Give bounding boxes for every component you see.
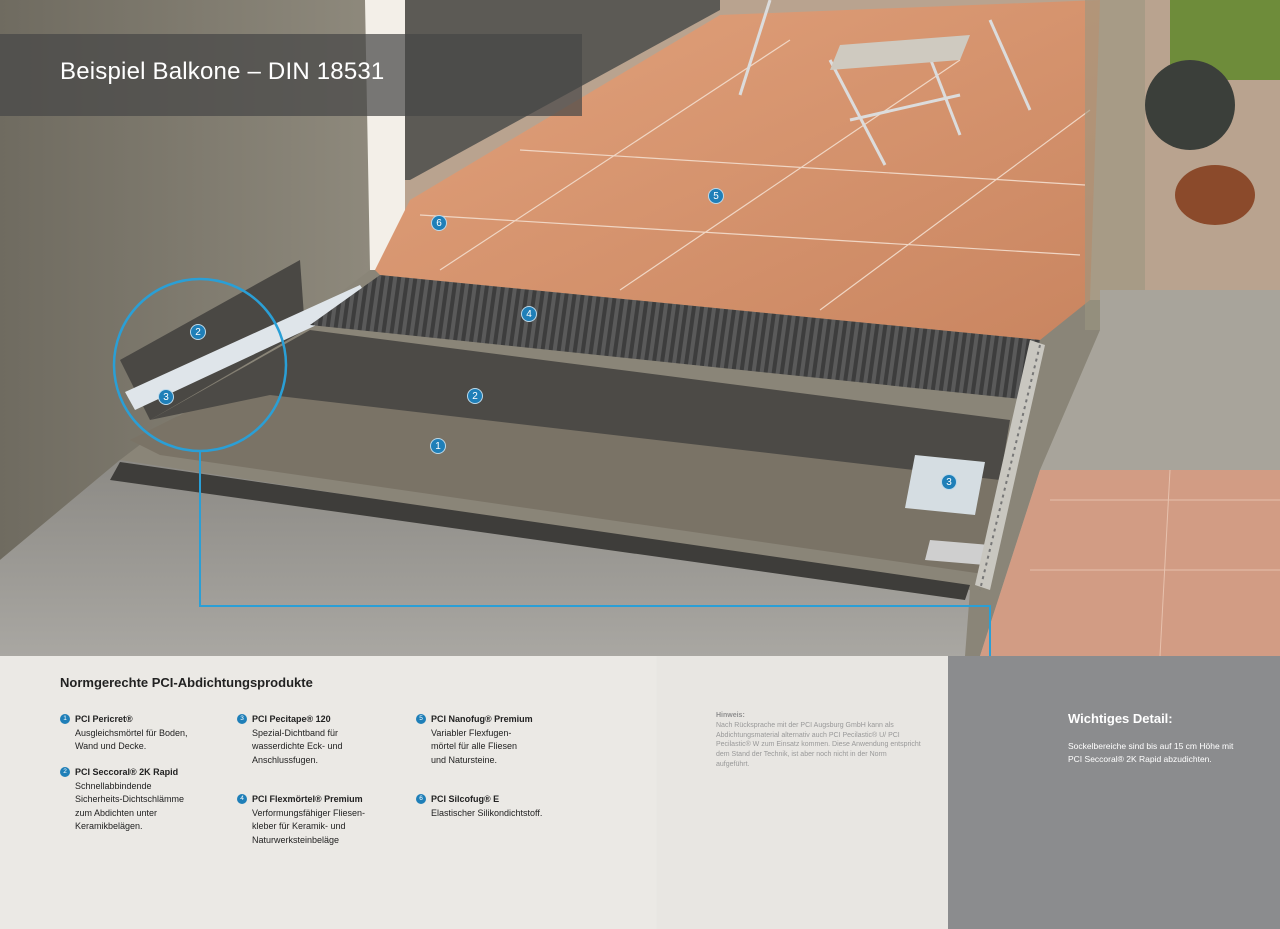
hint-title: Hinweis: xyxy=(716,712,745,719)
hint-text: Nach Rücksprache mit der PCI Augsburg Gm… xyxy=(716,721,921,768)
product-item-1: 1 PCI Pericret® Ausgleichsmörtel für Bod… xyxy=(60,713,230,754)
product-description: Verformungsfähiger Fliesen- kleber für K… xyxy=(252,807,366,845)
marker-3-detail: 3 xyxy=(158,389,174,405)
hint-box: Hinweis: Nach Rücksprache mit der PCI Au… xyxy=(716,711,921,770)
product-description: Variabler Flexfugen- mörtel für alle Fli… xyxy=(431,727,518,765)
marker-2: 2 xyxy=(467,388,483,404)
product-item-6: 6 PCI Silcofug® E Elastischer Silikondic… xyxy=(416,793,586,820)
product-description: Schnellabbindende Sicherheits-Dichtschlä… xyxy=(75,780,185,832)
info-panel: Normgerechte PCI-Abdichtungsprodukte 1 P… xyxy=(0,656,1280,929)
marker-2-detail: 2 xyxy=(190,324,206,340)
hint-column xyxy=(657,656,948,929)
product-description: Spezial-Dichtband für wasserdichte Eck- … xyxy=(252,727,343,765)
product-description: Ausgleichsmörtel für Boden, Wand und Dec… xyxy=(75,727,188,752)
product-item-4: 4 PCI Flexmörtel® Premium Verformungsfäh… xyxy=(237,793,407,847)
products-title: Normgerechte PCI-Abdichtungsprodukte xyxy=(60,675,313,690)
product-name: PCI Pecitape® 120 xyxy=(252,714,331,724)
marker-4: 4 xyxy=(521,306,537,322)
product-number: 2 xyxy=(60,767,70,777)
product-item-3: 3 PCI Pecitape® 120 Spezial-Dichtband fü… xyxy=(237,713,407,767)
product-name: PCI Seccoral® 2K Rapid xyxy=(75,767,179,777)
product-description: Elastischer Silikondichtstoff. xyxy=(431,807,543,818)
product-number: 5 xyxy=(416,714,426,724)
product-item-2: 2 PCI Seccoral® 2K Rapid Schnellabbinden… xyxy=(60,766,230,834)
important-detail-column xyxy=(948,656,1280,929)
product-name: PCI Pericret® xyxy=(75,714,133,724)
page-title: Beispiel Balkone – DIN 18531 xyxy=(60,58,385,85)
balcony-illustration: Beispiel Balkone – DIN 18531 1 2 2 3 3 4… xyxy=(0,0,1280,722)
important-detail-text: Sockelbereiche sind bis auf 15 cm Höhe m… xyxy=(1068,741,1234,764)
marker-5: 5 xyxy=(708,188,724,204)
marker-3: 3 xyxy=(941,474,957,490)
important-detail-title: Wichtiges Detail: xyxy=(1068,711,1173,726)
product-number: 6 xyxy=(416,794,426,804)
product-name: PCI Silcofug® E xyxy=(431,794,500,804)
product-number: 3 xyxy=(237,714,247,724)
product-number: 1 xyxy=(60,714,70,724)
marker-1: 1 xyxy=(430,438,446,454)
product-item-5: 5 PCI Nanofug® Premium Variabler Flexfug… xyxy=(416,713,586,767)
marker-6: 6 xyxy=(431,215,447,231)
product-name: PCI Nanofug® Premium xyxy=(431,714,533,724)
product-number: 4 xyxy=(237,794,247,804)
product-name: PCI Flexmörtel® Premium xyxy=(252,794,363,804)
